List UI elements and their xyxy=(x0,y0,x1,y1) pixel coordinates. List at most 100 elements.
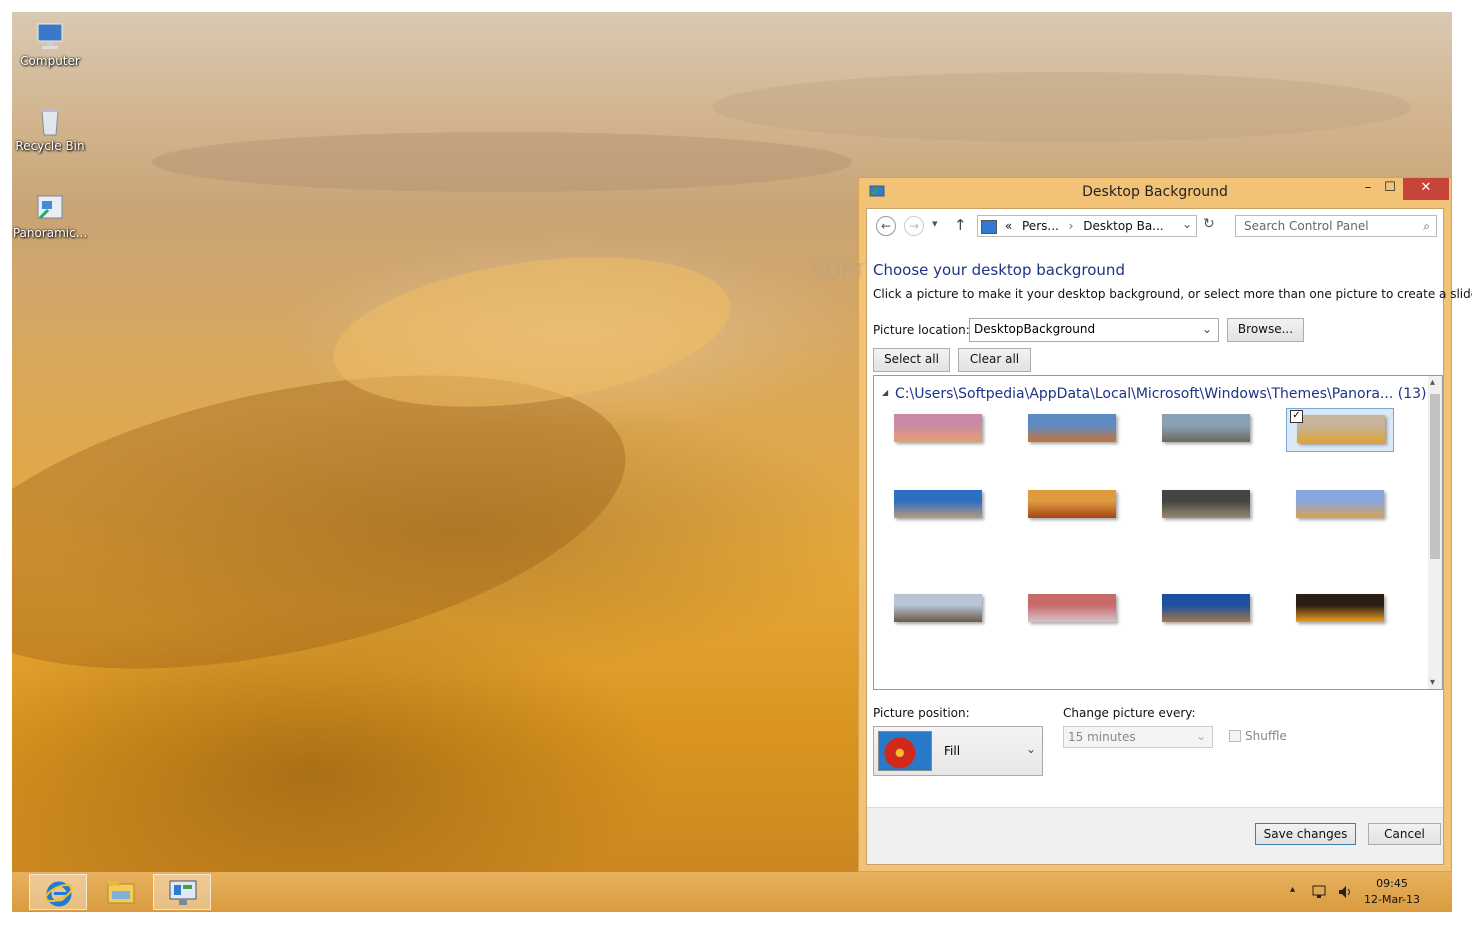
shuffle-checkbox[interactable] xyxy=(1229,730,1241,742)
tray-overflow-icon[interactable]: ▴ xyxy=(1290,884,1295,895)
title-bar[interactable]: Desktop Background – ☐ ✕ xyxy=(859,178,1451,208)
select-all-button[interactable]: Select all xyxy=(873,348,950,372)
breadcrumb-separator[interactable]: › xyxy=(1069,219,1074,233)
control-panel-icon xyxy=(168,879,198,907)
vertical-scrollbar[interactable]: ▴ ▾ xyxy=(1428,376,1442,689)
thumb-storm-canyon xyxy=(1162,490,1250,518)
network-icon[interactable] xyxy=(1312,884,1328,900)
save-changes-button[interactable]: Save changes xyxy=(1255,823,1356,845)
thumbnail-item[interactable] xyxy=(1018,588,1126,632)
thumbnail-item[interactable] xyxy=(1152,484,1260,528)
window-client-area: ← → ▾ ↑ « Pers... › Desktop Ba... ⌄ ↻ Se… xyxy=(811,208,1472,865)
picture-position-select[interactable]: Fill ⌄ xyxy=(873,726,1043,776)
desktop-icon-label: Computer xyxy=(20,54,80,68)
volume-icon[interactable] xyxy=(1337,884,1353,900)
address-field[interactable]: « Pers... › Desktop Ba... ⌄ xyxy=(977,215,1197,237)
picture-position-value: Fill xyxy=(944,744,961,758)
address-icon xyxy=(981,219,997,234)
desktop-icon-label: Panoramic... xyxy=(12,226,88,240)
thumbnail-item[interactable] xyxy=(1018,408,1126,452)
breadcrumb-desktop-background[interactable]: Desktop Ba... xyxy=(1083,219,1163,233)
group-folder-path[interactable]: C:\Users\Softpedia\AppData\Local\Microso… xyxy=(895,386,1426,402)
thumb-red-canyon xyxy=(1028,490,1116,518)
thumbnail-item[interactable] xyxy=(884,408,992,452)
address-dropdown-icon[interactable]: ⌄ xyxy=(1182,214,1192,234)
change-picture-value: 15 minutes xyxy=(1068,730,1136,744)
recent-pages-button[interactable]: ▾ xyxy=(932,217,938,230)
thumbnail-item[interactable] xyxy=(884,588,992,632)
scroll-down-icon[interactable]: ▾ xyxy=(1430,677,1435,688)
page-title: Choose your desktop background xyxy=(873,261,1125,279)
up-button[interactable]: ↑ xyxy=(954,216,967,234)
clear-all-button[interactable]: Clear all xyxy=(958,348,1031,372)
search-placeholder: Search Control Panel xyxy=(1244,219,1369,233)
clock-time: 09:45 xyxy=(1376,877,1408,890)
desktop-icon-computer[interactable]: Computer xyxy=(12,20,88,68)
change-picture-interval-select[interactable]: 15 minutes ⌄ xyxy=(1063,726,1213,748)
thumb-rocky-beach xyxy=(1162,414,1250,442)
thumbnail-item[interactable] xyxy=(1152,408,1260,452)
breadcrumb-overflow[interactable]: « xyxy=(1005,219,1012,233)
chevron-down-icon: ⌄ xyxy=(1201,322,1212,336)
taskbar: ▴ 09:45 12-Mar-13 xyxy=(12,872,1452,912)
back-button[interactable]: ← xyxy=(876,216,896,236)
thumbnail-item[interactable] xyxy=(1018,484,1126,528)
picture-position-preview xyxy=(878,731,932,771)
button-bar: Save changes Cancel xyxy=(867,807,1443,864)
taskbar-button-file-explorer[interactable] xyxy=(92,874,150,910)
recycle-bin-icon xyxy=(34,105,66,137)
taskbar-button-internet-explorer[interactable] xyxy=(29,874,87,910)
picture-position-label: Picture position: xyxy=(873,706,970,720)
scroll-up-icon[interactable]: ▴ xyxy=(1430,377,1435,388)
thumb-arch-rock xyxy=(894,490,982,518)
search-icon[interactable]: ⌕ xyxy=(1423,216,1430,236)
thumb-salt-flats xyxy=(1028,594,1116,622)
chevron-down-icon: ⌄ xyxy=(1025,742,1036,756)
clock-date: 12-Mar-13 xyxy=(1364,893,1420,906)
maximize-button[interactable]: ☐ xyxy=(1375,178,1405,200)
thumbnail-item[interactable] xyxy=(1286,588,1394,632)
taskbar-clock[interactable]: 09:45 12-Mar-13 xyxy=(1364,876,1420,908)
shuffle-label: Shuffle xyxy=(1245,729,1287,743)
picture-location-label: Picture location: xyxy=(873,323,970,337)
thumbnail-checkbox[interactable]: ✓ xyxy=(1290,410,1303,423)
thumbnail-item[interactable] xyxy=(884,484,992,528)
close-button[interactable]: ✕ xyxy=(1403,178,1449,200)
control-panel-shortcut-icon xyxy=(34,192,66,224)
forward-button[interactable]: → xyxy=(904,216,924,236)
thumbnail-item[interactable] xyxy=(1286,484,1394,528)
internet-explorer-icon xyxy=(44,878,74,908)
picture-location-value: DesktopBackground xyxy=(974,322,1096,336)
browse-button[interactable]: Browse... xyxy=(1227,318,1304,342)
thumb-purple-desert xyxy=(894,414,982,442)
scrollbar-thumb[interactable] xyxy=(1430,394,1440,559)
dune-shape xyxy=(712,72,1412,142)
cancel-button[interactable]: Cancel xyxy=(1368,823,1441,845)
watermark: SOFT xyxy=(811,259,867,283)
thumb-boulders xyxy=(894,594,982,622)
thumb-desert-blue-sky xyxy=(1162,594,1250,622)
picture-location-select[interactable]: DesktopBackground ⌄ xyxy=(969,318,1219,342)
computer-icon xyxy=(34,20,66,52)
desktop-icon-label: Recycle Bin xyxy=(15,139,85,153)
breadcrumb-personalization[interactable]: Pers... xyxy=(1022,219,1059,233)
thumbnail-item[interactable] xyxy=(1152,588,1260,632)
dune-shape xyxy=(152,132,852,192)
desktop-background-window[interactable]: Desktop Background – ☐ ✕ ← → ▾ ↑ « Pers.… xyxy=(811,177,1472,872)
page-subtitle: Click a picture to make it your desktop … xyxy=(873,287,1472,301)
thumb-rock-formations xyxy=(1028,414,1116,442)
chevron-down-icon: ⌄ xyxy=(1195,729,1206,743)
address-bar: ← → ▾ ↑ « Pers... › Desktop Ba... ⌄ ↻ Se… xyxy=(867,209,1443,243)
refresh-button[interactable]: ↻ xyxy=(1203,216,1215,232)
search-input[interactable]: Search Control Panel ⌕ xyxy=(1235,215,1437,237)
thumbnail-item[interactable]: ✓ xyxy=(1286,408,1394,452)
desktop-icon-recycle-bin[interactable]: Recycle Bin xyxy=(12,105,88,153)
picture-gallery[interactable]: ◢ C:\Users\Softpedia\AppData\Local\Micro… xyxy=(873,375,1443,690)
file-explorer-icon xyxy=(106,879,136,905)
thumb-pinnacles xyxy=(1296,490,1384,518)
thumb-sunset xyxy=(1296,594,1384,622)
taskbar-button-control-panel[interactable] xyxy=(153,874,211,910)
desktop-icon-panoramic[interactable]: Panoramic... xyxy=(12,192,88,240)
group-collapse-icon[interactable]: ◢ xyxy=(882,388,888,397)
change-picture-label: Change picture every: xyxy=(1063,706,1196,720)
